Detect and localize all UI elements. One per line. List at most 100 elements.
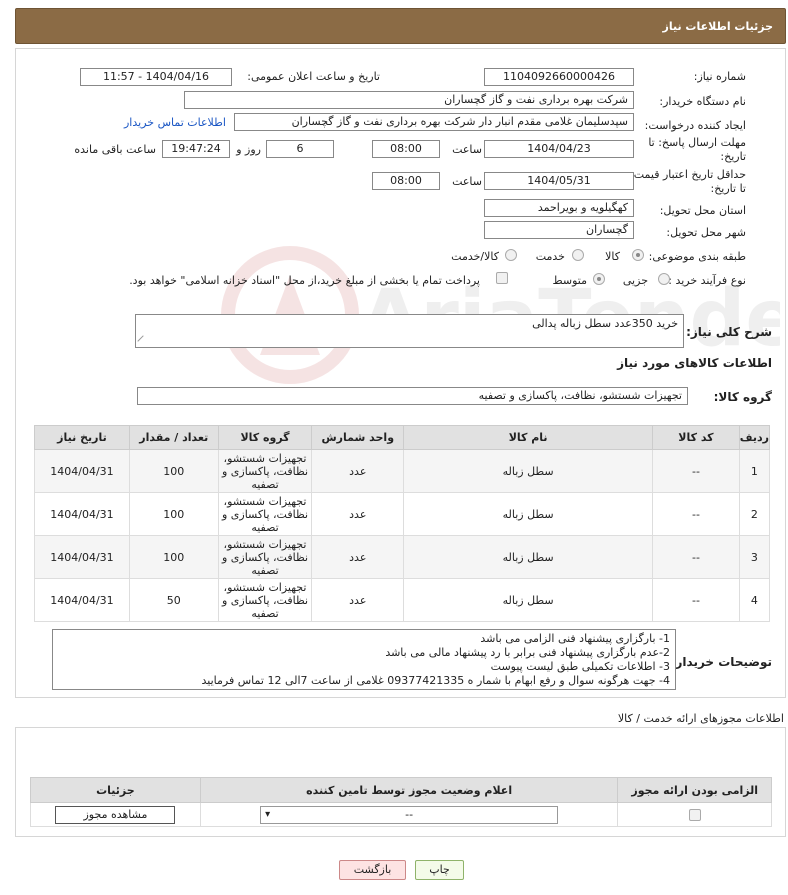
price-time-field: 08:00 — [372, 172, 440, 190]
license-table-header: الزامی بودن ارائه مجوز اعلام وضعیت مجوز … — [30, 777, 772, 803]
row-date: 1404/04/31 — [34, 449, 130, 493]
table-row: 1 -- سطل زباله عدد تجهیزات شستشو، نظافت،… — [34, 449, 771, 493]
row-name: سطل زباله — [403, 578, 654, 622]
page-title: جزئیات اطلاعات نیاز — [662, 20, 774, 33]
price-date-field: 1404/05/31 — [484, 172, 634, 190]
row-index: 2 — [738, 492, 771, 536]
note-line: 4- جهت هرگونه سوال و رفع ابهام با شمار ه… — [201, 674, 670, 687]
price-validity-label-2: تا تاریخ: — [710, 182, 746, 195]
license-required-cell — [617, 802, 772, 827]
purchase-radio-minor[interactable] — [658, 273, 670, 285]
col-qty: تعداد / مقدار — [128, 425, 219, 450]
description-label: شرح کلی نیاز: — [686, 325, 772, 339]
license-status-value: -- — [405, 807, 414, 821]
purchase-medium-label: متوسط — [552, 274, 587, 287]
row-qty: 100 — [128, 492, 219, 536]
col-license-status: اعلام وضعیت مجوز توسط تامین کننده — [199, 777, 619, 803]
col-date: تاریخ نیاز — [34, 425, 130, 450]
license-title: اطلاعات مجوزهای ارائه خدمت / کالا — [617, 712, 784, 725]
license-details-cell: مشاهده مجوز — [30, 802, 201, 827]
row-group: تجهیزات شستشو، نظافت، پاکسازی و تصفیه — [217, 492, 313, 536]
license-status-cell: -- ▾ — [199, 802, 619, 827]
category-both-label: کالا/خدمت — [451, 250, 499, 263]
page-header: جزئیات اطلاعات نیاز — [15, 8, 786, 44]
price-time-label: ساعت — [452, 175, 482, 188]
reply-deadline-label-2: تاریخ: — [720, 150, 746, 163]
row-group: تجهیزات شستشو، نظافت، پاکسازی و تصفیه — [217, 449, 313, 493]
purchase-radio-medium[interactable] — [593, 273, 605, 285]
reply-time-label: ساعت — [452, 143, 482, 156]
table-row: 3 -- سطل زباله عدد تجهیزات شستشو، نظافت،… — [34, 535, 771, 579]
row-code: -- — [652, 492, 740, 536]
goods-table: ردیف کد کالا نام کالا واحد شمارش گروه کا… — [34, 425, 771, 622]
table-row: 2 -- سطل زباله عدد تجهیزات شستشو، نظافت،… — [34, 492, 771, 536]
print-button[interactable]: چاپ — [415, 860, 464, 880]
description-text: خرید 350عدد سطل زباله پدالی — [532, 317, 678, 330]
row-name: سطل زباله — [403, 492, 654, 536]
city-field: گچساران — [484, 221, 634, 239]
row-index: 1 — [738, 449, 771, 493]
announce-label: تاریخ و ساعت اعلان عمومی: — [247, 70, 380, 83]
buyer-notes-field: 1- بارگزاری پیشنهاد فنی الزامی می باشد 2… — [52, 629, 676, 690]
need-number-field: 1104092660000426 — [484, 68, 634, 86]
buyer-contact-link[interactable]: اطلاعات تماس خریدار — [124, 116, 226, 129]
reply-deadline-label: مهلت ارسال پاسخ: تا — [648, 136, 746, 149]
row-date: 1404/04/31 — [34, 578, 130, 622]
treasury-checkbox[interactable] — [496, 272, 508, 284]
license-row: -- ▾ مشاهده مجوز — [30, 802, 772, 827]
col-group: گروه کالا — [217, 425, 313, 450]
province-label: استان محل تحویل: — [659, 204, 746, 217]
col-license-required: الزامی بودن ارائه مجوز — [617, 777, 772, 803]
chevron-down-icon: ▾ — [265, 808, 271, 820]
view-license-button[interactable]: مشاهده مجوز — [55, 805, 176, 824]
days-label: روز و — [236, 143, 261, 156]
purchase-minor-label: جزیی — [622, 274, 648, 287]
row-index: 3 — [738, 535, 771, 579]
license-table: الزامی بودن ارائه مجوز اعلام وضعیت مجوز … — [30, 777, 772, 827]
note-line: 1- بارگزاری پیشنهاد فنی الزامی می باشد — [480, 632, 670, 645]
license-status-select[interactable]: -- ▾ — [260, 805, 559, 824]
reply-time-field: 08:00 — [372, 140, 440, 158]
category-radio-goods[interactable] — [632, 249, 644, 261]
row-unit: عدد — [311, 449, 405, 493]
category-radio-both[interactable] — [505, 249, 517, 261]
row-name: سطل زباله — [403, 449, 654, 493]
col-name: نام کالا — [403, 425, 654, 450]
category-goods-label: کالا — [605, 250, 620, 263]
row-qty: 100 — [128, 535, 219, 579]
remaining-label: ساعت باقی مانده — [74, 143, 156, 156]
row-group: تجهیزات شستشو، نظافت، پاکسازی و تصفیه — [217, 535, 313, 579]
buyer-notes-label: توضیحات خریدار: — [670, 655, 772, 669]
row-code: -- — [652, 449, 740, 493]
col-license-details: جزئیات — [30, 777, 201, 803]
city-label: شهر محل تحویل: — [666, 226, 746, 239]
reply-date-field: 1404/04/23 — [484, 140, 634, 158]
row-unit: عدد — [311, 578, 405, 622]
category-label: طبقه بندی موضوعی: — [648, 250, 746, 263]
row-date: 1404/04/31 — [34, 535, 130, 579]
need-number-label: شماره نیاز: — [693, 70, 746, 83]
creator-label: ایجاد کننده درخواست: — [644, 119, 746, 132]
row-index: 4 — [738, 578, 771, 622]
goods-table-header: ردیف کد کالا نام کالا واحد شمارش گروه کا… — [34, 425, 771, 450]
creator-field: سپدسلیمان غلامی مقدم انبار دار شرکت بهره… — [234, 113, 634, 131]
row-name: سطل زباله — [403, 535, 654, 579]
table-row: 4 -- سطل زباله عدد تجهیزات شستشو، نظافت،… — [34, 578, 771, 622]
back-button[interactable]: بازگشت — [339, 860, 406, 880]
row-qty: 100 — [128, 449, 219, 493]
category-radio-service[interactable] — [572, 249, 584, 261]
announce-field: 1404/04/16 - 11:57 — [80, 68, 232, 86]
row-code: -- — [652, 578, 740, 622]
row-date: 1404/04/31 — [34, 492, 130, 536]
license-required-checkbox[interactable] — [688, 809, 701, 821]
row-unit: عدد — [311, 535, 405, 579]
goods-group-field: تجهیزات شستشو، نظافت، پاکسازی و تصفیه — [137, 387, 688, 405]
row-qty: 50 — [128, 578, 219, 622]
col-unit: واحد شمارش — [311, 425, 405, 450]
treasury-note: پرداخت تمام یا بخشی از مبلغ خرید،از محل … — [129, 274, 480, 287]
goods-group-label: گروه کالا: — [713, 390, 772, 404]
description-field: خرید 350عدد سطل زباله پدالی — [135, 314, 684, 348]
buyer-org-label: نام دستگاه خریدار: — [659, 95, 746, 108]
note-line: 2-عدم بارگزاری پیشنهاد فنی برابر با رد پ… — [385, 646, 670, 659]
row-unit: عدد — [311, 492, 405, 536]
